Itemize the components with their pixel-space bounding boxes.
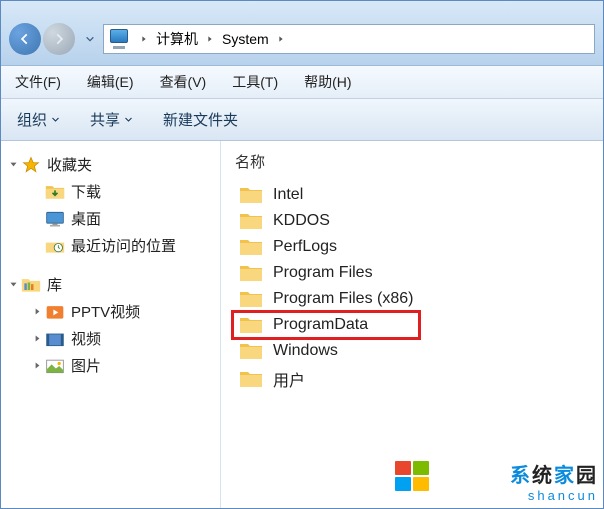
folder-icon xyxy=(239,369,263,389)
sidebar-item-downloads[interactable]: 下载 xyxy=(29,178,216,205)
image-icon xyxy=(45,357,65,375)
folder-item[interactable]: Windows xyxy=(235,338,603,364)
folder-name: PerfLogs xyxy=(273,238,337,256)
menu-tools[interactable]: 工具(T) xyxy=(226,70,284,94)
address-bar[interactable]: 计算机 System xyxy=(103,24,595,54)
folder-name: Program Files (x86) xyxy=(273,290,413,308)
file-list: Intel KDDOS PerfLogs Program Files Program F… xyxy=(235,182,603,394)
breadcrumb-separator[interactable] xyxy=(136,35,152,43)
nav-buttons xyxy=(9,23,75,55)
sidebar-item-pictures[interactable]: 图片 xyxy=(29,352,216,379)
folder-icon xyxy=(239,315,263,335)
computer-icon xyxy=(110,29,130,49)
chevron-down-icon xyxy=(85,34,95,44)
sidebar-item-videos[interactable]: 视频 xyxy=(29,325,216,352)
column-header-name[interactable]: 名称 xyxy=(235,151,603,182)
sidebar-item-libraries[interactable]: 库 xyxy=(5,271,216,298)
chevron-down-icon xyxy=(124,111,133,128)
folder-name: KDDOS xyxy=(273,212,330,230)
library-icon xyxy=(21,276,41,294)
sidebar-item-label: 下载 xyxy=(71,181,101,202)
sidebar-item-pptv[interactable]: PPTV视频 xyxy=(29,298,216,325)
share-label: 共享 xyxy=(90,109,120,130)
organize-button[interactable]: 组织 xyxy=(11,107,66,132)
pptv-icon xyxy=(45,303,65,321)
breadcrumb-system[interactable]: System xyxy=(218,31,273,47)
folder-item[interactable]: Program Files (x86) xyxy=(235,286,603,312)
chevron-right-icon xyxy=(206,35,214,43)
menu-edit[interactable]: 编辑(E) xyxy=(81,70,140,94)
sidebar-item-label: 桌面 xyxy=(71,208,101,229)
expand-icon[interactable] xyxy=(29,334,45,343)
sidebar-item-label: 库 xyxy=(47,274,62,295)
folder-item[interactable]: KDDOS xyxy=(235,208,603,234)
menu-file[interactable]: 文件(F) xyxy=(9,70,67,94)
expand-icon[interactable] xyxy=(29,307,45,316)
folder-icon xyxy=(239,341,263,361)
nav-row: 计算机 System xyxy=(1,19,603,65)
recent-icon xyxy=(45,237,65,255)
breadcrumb-separator[interactable] xyxy=(202,35,218,43)
sidebar-item-label: 最近访问的位置 xyxy=(71,235,176,256)
sidebar-item-desktop[interactable]: 桌面 xyxy=(29,205,216,232)
breadcrumb-separator[interactable] xyxy=(273,35,289,43)
folder-item[interactable]: Intel xyxy=(235,182,603,208)
sidebar-item-label: PPTV视频 xyxy=(71,301,140,322)
video-icon xyxy=(45,330,65,348)
chevron-right-icon xyxy=(277,35,285,43)
forward-button[interactable] xyxy=(43,23,75,55)
breadcrumb-computer[interactable]: 计算机 xyxy=(152,29,202,49)
folder-name: Program Files xyxy=(273,264,373,282)
folder-item[interactable]: ProgramData xyxy=(235,312,603,338)
nav-history-dropdown[interactable] xyxy=(83,27,97,51)
folder-icon xyxy=(239,289,263,309)
folder-name: 用户 xyxy=(273,367,305,391)
navigation-pane: 收藏夹 下载 桌面 最近访 xyxy=(1,141,221,508)
sidebar-item-favorites[interactable]: 收藏夹 xyxy=(5,151,216,178)
collapse-icon[interactable] xyxy=(5,280,21,289)
folder-name: Intel xyxy=(273,186,303,204)
expand-icon[interactable] xyxy=(29,361,45,370)
sidebar-item-label: 收藏夹 xyxy=(47,154,92,175)
folder-item[interactable]: Program Files xyxy=(235,260,603,286)
watermark: 系统家园 shancun xyxy=(510,459,598,503)
content-area: 收藏夹 下载 桌面 最近访 xyxy=(1,141,603,508)
back-button[interactable] xyxy=(9,23,41,55)
collapse-icon[interactable] xyxy=(5,160,21,169)
menu-bar: 文件(F) 编辑(E) 查看(V) 工具(T) 帮助(H) xyxy=(1,66,603,99)
chevron-right-icon xyxy=(140,35,148,43)
folder-icon xyxy=(239,211,263,231)
star-icon xyxy=(21,156,41,174)
file-list-pane: 名称 Intel KDDOS PerfLogs Program Files Progra… xyxy=(221,141,603,508)
sidebar-item-label: 视频 xyxy=(71,328,101,349)
titlebar-area: 计算机 System xyxy=(1,1,603,66)
share-button[interactable]: 共享 xyxy=(84,107,139,132)
new-folder-label: 新建文件夹 xyxy=(163,109,238,130)
arrow-left-icon xyxy=(18,32,32,46)
folder-name: Windows xyxy=(273,342,338,360)
organize-label: 组织 xyxy=(17,109,47,130)
menu-view[interactable]: 查看(V) xyxy=(154,70,213,94)
desktop-icon xyxy=(45,210,65,228)
arrow-right-icon xyxy=(52,32,66,46)
folder-icon xyxy=(239,263,263,283)
folder-name: ProgramData xyxy=(273,316,368,334)
menu-help[interactable]: 帮助(H) xyxy=(298,70,357,94)
toolbar: 组织 共享 新建文件夹 xyxy=(1,99,603,141)
sidebar-item-recent[interactable]: 最近访问的位置 xyxy=(29,232,216,259)
folder-icon xyxy=(239,185,263,205)
download-folder-icon xyxy=(45,183,65,201)
sidebar-item-label: 图片 xyxy=(71,355,101,376)
new-folder-button[interactable]: 新建文件夹 xyxy=(157,107,244,132)
folder-icon xyxy=(239,237,263,257)
explorer-window: 计算机 System 文件(F) 编辑(E) 查看(V) 工具(T) 帮助(H)… xyxy=(0,0,604,509)
folder-item[interactable]: PerfLogs xyxy=(235,234,603,260)
windows-logo-icon xyxy=(395,461,429,491)
folder-item[interactable]: 用户 xyxy=(235,364,603,394)
chevron-down-icon xyxy=(51,111,60,128)
